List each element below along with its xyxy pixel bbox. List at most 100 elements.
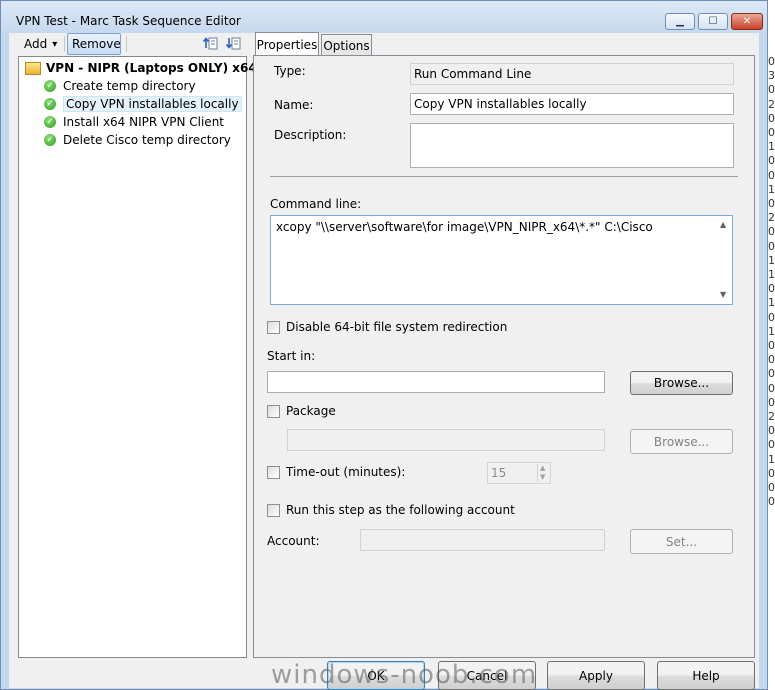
move-up-icon[interactable] [202, 35, 219, 52]
background-text-fragment: 0 [768, 83, 775, 97]
remove-button[interactable]: Remove [67, 33, 121, 55]
close-button[interactable]: ✕ [731, 13, 763, 30]
background-text-fragment: 1 [768, 324, 775, 338]
add-menu-button[interactable]: Add ▾ [24, 34, 57, 54]
tab-options[interactable]: Options [321, 34, 372, 56]
background-text-fragment: 0 [768, 495, 775, 509]
background-text-fragment: 3 [768, 69, 775, 83]
command-line-scrollbar[interactable]: ▲ ▼ [716, 217, 732, 303]
background-text-fragment: 1 [768, 253, 775, 267]
background-text-fragment: 0 [768, 154, 775, 168]
background-text-fragment: 1 [768, 452, 775, 466]
tree-item-install-vpn-client[interactable]: ✓ Install x64 NIPR VPN Client [44, 113, 224, 131]
background-text-fragment: 0 [768, 381, 775, 395]
background-text-fragment: 0 [768, 481, 775, 494]
toolbar-separator [64, 36, 65, 52]
background-text-fragment: 2 [768, 410, 775, 423]
scroll-down-icon[interactable]: ▼ [720, 290, 726, 299]
package-browse-button: Browse... [630, 429, 733, 454]
set-account-button: Set... [630, 529, 733, 554]
background-text-fragment: 0 [768, 424, 775, 438]
help-button[interactable]: Help [657, 661, 755, 690]
account-label: Account: [267, 534, 320, 548]
add-label: Add [24, 37, 48, 51]
background-text-fragment: 1 [768, 140, 775, 154]
tab-properties[interactable]: Properties [255, 32, 319, 56]
spinner-down-icon: ▼ [540, 473, 546, 481]
background-text-fragment: 0 [768, 310, 775, 324]
background-text-fragment: 0 [768, 126, 775, 139]
description-field[interactable] [410, 123, 734, 168]
type-label: Type: [274, 64, 306, 78]
command-line-text: xcopy "\\server\software\for image\VPN_N… [276, 220, 653, 234]
divider [270, 176, 738, 177]
minimize-button[interactable]: ▁ [665, 13, 695, 30]
title-bar[interactable]: VPN Test - Marc Task Sequence Editor ▁ ☐… [1, 1, 767, 35]
background-text-fragment: 1 [768, 182, 775, 196]
tree-item-copy-vpn-installables[interactable]: ✓ Copy VPN installables locally [44, 95, 242, 113]
success-check-icon: ✓ [44, 116, 56, 128]
name-label: Name: [274, 98, 314, 112]
background-text-fragment: 1 [768, 268, 775, 281]
background-text-fragment: 0 [768, 55, 775, 68]
remove-label: Remove [72, 37, 121, 51]
toolbar-separator [126, 36, 127, 52]
move-down-icon[interactable] [225, 35, 242, 52]
name-field[interactable]: Copy VPN installables locally [410, 93, 734, 115]
browse-button[interactable]: Browse... [630, 371, 733, 395]
task-sequence-tree[interactable]: VPN - NIPR (Laptops ONLY) x64 ✓ Create t… [18, 56, 257, 658]
start-in-label: Start in: [267, 349, 316, 363]
account-field [360, 529, 605, 551]
background-text-fragment: 0 [768, 282, 775, 296]
folder-icon [25, 61, 41, 75]
background-text-fragment: 2 [768, 97, 775, 111]
command-line-label: Command line: [270, 197, 362, 211]
run-as-checkbox[interactable] [267, 504, 280, 517]
background-text-fragment: 0 [768, 197, 775, 210]
success-check-icon: ✓ [44, 134, 56, 146]
spinner-up-icon: ▲ [540, 464, 546, 472]
timeout-spinner-buttons: ▲ ▼ [537, 464, 551, 482]
type-field: Run Command Line [410, 63, 734, 85]
package-field [287, 429, 605, 451]
command-line-field[interactable]: xcopy "\\server\software\for image\VPN_N… [270, 215, 733, 305]
window-title: VPN Test - Marc Task Sequence Editor [16, 14, 241, 28]
run-as-label: Run this step as the following account [286, 503, 515, 517]
timeout-value: 15 [491, 466, 507, 480]
chevron-down-icon: ▾ [52, 38, 58, 50]
maximize-button[interactable]: ☐ [698, 13, 728, 30]
disable-redirection-label: Disable 64-bit file system redirection [286, 320, 508, 334]
background-text-fragment: 0 [768, 168, 775, 182]
scroll-up-icon[interactable]: ▲ [720, 220, 726, 229]
background-text-fragment: 2 [768, 211, 775, 225]
disable-redirection-checkbox[interactable] [267, 321, 280, 334]
background-text-fragment: 0 [768, 353, 775, 367]
watermark: windows-noob.com [271, 660, 538, 690]
background-text-fragment: 0 [768, 367, 775, 381]
timeout-checkbox[interactable] [267, 466, 280, 479]
background-text-fragment: 0 [768, 239, 775, 253]
tree-item-label: Create temp directory [63, 79, 196, 93]
timeout-label: Time-out (minutes): [286, 465, 406, 479]
tree-root-group[interactable]: VPN - NIPR (Laptops ONLY) x64 [25, 59, 257, 77]
background-text-fragment: 0 [768, 111, 775, 125]
tree-item-label: Delete Cisco temp directory [63, 133, 231, 147]
tree-item-label: Copy VPN installables locally [63, 96, 242, 112]
apply-button[interactable]: Apply [547, 661, 645, 690]
background-text-fragment: 0 [768, 339, 775, 352]
background-text-fragment: 0 [768, 466, 775, 480]
tree-item-create-temp-directory[interactable]: ✓ Create temp directory [44, 77, 196, 95]
success-check-icon: ✓ [44, 80, 56, 92]
background-text-fragment: 0 [768, 438, 775, 452]
background-text-fragment: 1 [768, 296, 775, 310]
package-checkbox[interactable] [267, 405, 280, 418]
background-window-edge: 03020010010200110101000002001000 [768, 0, 775, 690]
tree-root-label: VPN - NIPR (Laptops ONLY) x64 [46, 61, 257, 75]
description-label: Description: [274, 128, 347, 142]
package-label: Package [286, 404, 336, 418]
success-check-icon: ✓ [44, 98, 56, 110]
start-in-field[interactable] [267, 371, 605, 393]
background-text-fragment: 0 [768, 395, 775, 409]
tree-item-delete-cisco-directory[interactable]: ✓ Delete Cisco temp directory [44, 131, 231, 149]
background-text-fragment: 0 [768, 225, 775, 239]
